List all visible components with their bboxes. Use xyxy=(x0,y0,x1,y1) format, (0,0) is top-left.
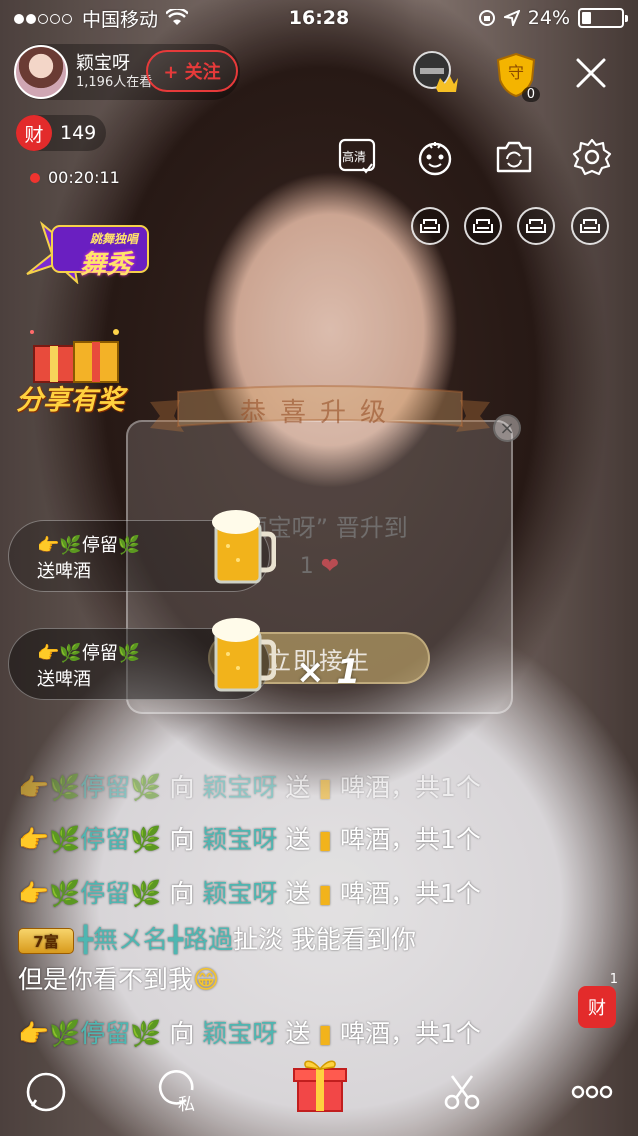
shield-count: 0 xyxy=(521,87,540,102)
status-bar: 中国移动 16:28 24% xyxy=(0,0,638,36)
beer-icon xyxy=(212,618,276,692)
leaf-icon: 🌿 xyxy=(117,643,141,664)
avatar[interactable] xyxy=(14,45,68,99)
gift-count: × 1 xyxy=(296,652,360,692)
crown-icon xyxy=(413,51,458,92)
share-reward-promo[interactable]: 分享有奖 xyxy=(16,318,138,418)
private-message-button[interactable]: 私 xyxy=(150,1064,206,1120)
chat-message: 👉🌿停留🌿 向 颖宝呀 送 ▮ 啤酒，共1个 xyxy=(18,773,481,802)
gear-icon xyxy=(572,138,612,176)
viewer-count: 1,196人在看 xyxy=(76,75,153,91)
beer-icon xyxy=(212,510,276,584)
gift-button[interactable] xyxy=(290,1054,350,1114)
seat-4[interactable] xyxy=(571,207,609,245)
beer-icon: ▮ xyxy=(318,773,333,802)
heart-icon: ❤ xyxy=(320,554,340,579)
beer-icon: ▮ xyxy=(318,1019,333,1048)
sofa-icon xyxy=(580,219,600,233)
share-reward-label: 分享有奖 xyxy=(16,385,124,416)
guardian-shield[interactable]: 守 0 xyxy=(494,52,540,102)
chat-button[interactable] xyxy=(18,1064,74,1120)
leaf-icon: 🌿 xyxy=(49,773,81,802)
grin-emoji-icon: 😁 xyxy=(193,965,220,994)
wealth-level-badge: 7富 xyxy=(18,928,74,954)
battery-icon xyxy=(578,8,628,28)
leaf-icon: 🌿 xyxy=(130,825,162,854)
live-timer-text: 00:20:11 xyxy=(48,168,120,187)
wealth-badge[interactable]: 财 149 xyxy=(16,115,106,151)
pointing-hand-icon: 👉 xyxy=(18,773,50,802)
top-fan-avatar[interactable] xyxy=(412,50,458,96)
upgrade-ribbon: 恭喜升级 xyxy=(140,382,500,442)
wealth-icon: 财 xyxy=(16,115,52,151)
camera-switch-icon xyxy=(496,141,532,173)
svg-text:守: 守 xyxy=(508,63,524,82)
seat-2[interactable] xyxy=(464,207,502,245)
settings-button[interactable] xyxy=(571,136,613,178)
close-icon[interactable] xyxy=(572,54,610,92)
pointing-hand-icon: 👉 xyxy=(18,879,50,908)
pointing-hand-icon: 👉 xyxy=(37,535,60,556)
chat-bubble-icon xyxy=(26,1072,66,1112)
level-number: 1 xyxy=(299,554,314,579)
leaf-icon: 🌿 xyxy=(49,879,81,908)
scissors-icon xyxy=(444,1075,480,1110)
pointing-hand-icon: 👉 xyxy=(37,643,60,664)
gift-icon xyxy=(293,1060,347,1112)
sofa-icon xyxy=(473,219,493,233)
beauty-face-button[interactable] xyxy=(414,136,456,178)
chat-message: 7富 ╋無メ名╋路過扯淡 我能看到你 xyxy=(18,920,416,956)
seat-1[interactable] xyxy=(411,207,449,245)
live-timer: 00:20:11 xyxy=(30,168,120,187)
follow-button[interactable]: + 关注 xyxy=(146,50,238,92)
leaf-icon: 🌿 xyxy=(130,879,162,908)
sofa-icon xyxy=(420,219,440,233)
hd-label: 高清 xyxy=(342,150,367,164)
face-icon xyxy=(418,142,452,176)
popup-close-button[interactable]: × xyxy=(493,414,521,442)
clip-button[interactable] xyxy=(434,1064,490,1120)
more-button[interactable] xyxy=(564,1064,620,1120)
leaf-icon: 🌿 xyxy=(59,535,82,556)
wealth-red-packet-button[interactable]: 财 1 xyxy=(578,972,618,1028)
dance-show-label: 舞秀 xyxy=(80,250,133,280)
host-name: 颖宝呀 xyxy=(76,52,130,74)
chat-message: 👉🌿停留🌿 向 颖宝呀 送 ▮ 啤酒，共1个 xyxy=(18,1019,481,1048)
beer-icon: ▮ xyxy=(318,879,333,908)
leaf-icon: 🌿 xyxy=(130,773,162,802)
switch-camera-button[interactable] xyxy=(493,136,535,178)
chat-message-continued: 但是你看不到我😁 xyxy=(18,965,220,994)
chat-message: 👉🌿停留🌿 向 颖宝呀 送 ▮ 啤酒，共1个 xyxy=(18,825,481,854)
hd-quality-button[interactable]: 高清 xyxy=(337,136,379,178)
leaf-icon: 🌿 xyxy=(49,825,81,854)
chat-user: ╋無メ名╋路過 xyxy=(78,925,234,954)
recording-dot-icon xyxy=(30,172,40,183)
pointing-hand-icon: 👉 xyxy=(18,1019,50,1048)
host-info[interactable]: 颖宝呀 1,196人在看 + 关注 xyxy=(14,44,240,100)
pointing-hand-icon: 👉 xyxy=(18,825,50,854)
gift-sender: 👉🌿停留🌿 xyxy=(37,643,141,664)
bottom-toolbar: 私 xyxy=(0,1052,638,1136)
leaf-icon: 🌿 xyxy=(59,643,82,664)
sofa-icon xyxy=(526,219,546,233)
beer-icon: ▮ xyxy=(318,825,333,854)
leaf-icon: 🌿 xyxy=(49,1019,81,1048)
upgrade-ribbon-text: 恭喜升级 xyxy=(239,398,400,428)
wealth-count: 149 xyxy=(60,122,97,144)
gift-action: 送啤酒 xyxy=(37,561,91,582)
gift-action: 送啤酒 xyxy=(37,669,91,690)
gift-sender: 👉🌿停留🌿 xyxy=(37,535,141,556)
leaf-icon: 🌿 xyxy=(130,1019,162,1048)
seat-3[interactable] xyxy=(517,207,555,245)
more-icon xyxy=(571,1085,613,1099)
dance-show-promo[interactable]: 跳舞独唱 舞秀 xyxy=(22,214,152,285)
wealth-packet-count: 1 xyxy=(609,972,618,987)
leaf-icon: 🌿 xyxy=(117,535,141,556)
private-label: 私 xyxy=(178,1095,195,1115)
clock: 16:28 xyxy=(288,7,350,29)
chat-message: 👉🌿停留🌿 向 颖宝呀 送 ▮ 啤酒，共1个 xyxy=(18,879,481,908)
